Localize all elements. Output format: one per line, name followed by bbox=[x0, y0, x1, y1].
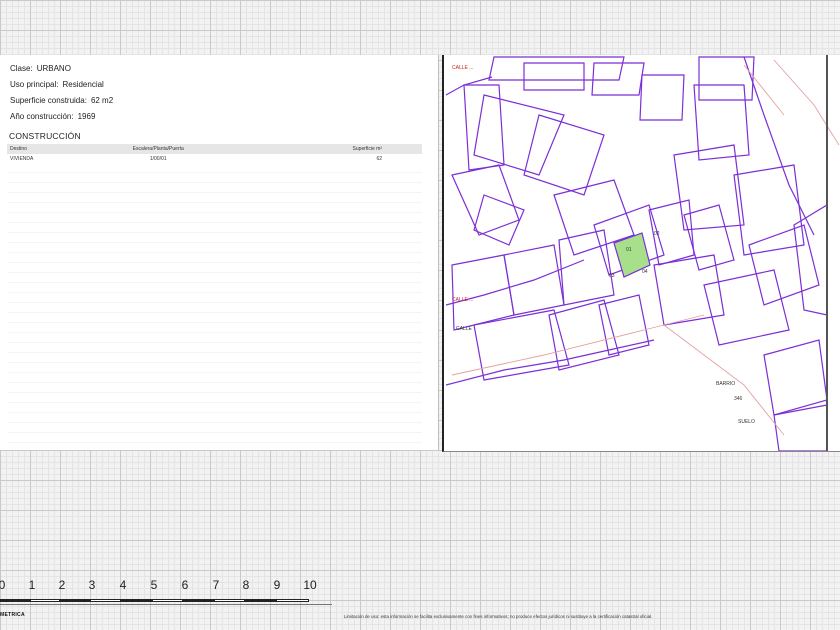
street-edge bbox=[743, 56, 815, 236]
table-header-row: Destino Escalera/Planta/Puerta Superfici… bbox=[7, 144, 422, 154]
map-number-label: 346 bbox=[734, 396, 743, 402]
plot-label: 01 bbox=[626, 247, 632, 253]
attr-value: Residencial bbox=[62, 80, 104, 89]
parcel bbox=[748, 224, 820, 306]
parcel bbox=[793, 203, 828, 316]
attr-clase: Clase: URBANO bbox=[10, 61, 113, 77]
parcel bbox=[523, 114, 605, 196]
scale-label: 5 bbox=[150, 578, 158, 592]
parcel bbox=[548, 299, 620, 371]
road-line bbox=[451, 314, 705, 376]
col-escalera: Escalera/Planta/Puerta bbox=[83, 144, 233, 154]
cell-superficie: 62 bbox=[376, 155, 382, 162]
attr-key: Clase: bbox=[10, 64, 33, 73]
scale-segment bbox=[90, 599, 121, 602]
attr-key: Superficie construida: bbox=[10, 96, 87, 105]
street-label-top: CALLE ... bbox=[452, 65, 473, 71]
attribute-list: Clase: URBANO Uso principal: Residencial S… bbox=[10, 61, 113, 125]
col-destino: Destino bbox=[7, 144, 84, 154]
page: { "attributes": [ {"key": "Clase:", "val… bbox=[0, 0, 840, 630]
street-edge bbox=[445, 339, 655, 386]
construction-table: Destino Escalera/Planta/Puerta Superfici… bbox=[7, 144, 422, 163]
attr-value: 1969 bbox=[77, 112, 96, 121]
scale-baseline bbox=[0, 604, 332, 605]
parcel bbox=[473, 194, 525, 246]
road-line bbox=[743, 64, 785, 116]
road-line bbox=[663, 324, 785, 436]
scale-label: 3 bbox=[88, 578, 96, 592]
scale-segment bbox=[121, 599, 152, 602]
scale-label: 7 bbox=[212, 578, 220, 592]
scale-label: 4 bbox=[119, 578, 127, 592]
col-superficie: Superficie m² bbox=[232, 144, 422, 154]
road-line bbox=[773, 59, 840, 146]
map-drawing: CALLE ... CALLE ... CALLE 01 02 03 04 BA… bbox=[445, 56, 840, 451]
parcel bbox=[473, 94, 565, 176]
section-title-construccion: CONSTRUCCIÓN bbox=[9, 131, 81, 141]
street-label-bottom-left: CALLE bbox=[456, 326, 473, 332]
parcel bbox=[733, 164, 805, 256]
scale-label: 8 bbox=[242, 578, 250, 592]
barrio-label: BARRIO bbox=[716, 381, 735, 387]
scale-label: 6 bbox=[181, 578, 189, 592]
parcel bbox=[773, 404, 828, 451]
scale-segment bbox=[152, 599, 183, 602]
disclaimer-text: Limitación de uso: esta información se f… bbox=[344, 614, 653, 619]
parcel bbox=[451, 164, 520, 236]
info-panel: Clase: URBANO Uso principal: Residencial S… bbox=[0, 55, 439, 450]
street-label-left: CALLE ... bbox=[452, 297, 473, 303]
plot-label: 02 bbox=[654, 231, 660, 237]
scale-segment bbox=[30, 599, 60, 602]
scale-label: 0 bbox=[0, 578, 6, 592]
cell-escalera: 1/00/01 bbox=[149, 155, 167, 162]
scale-segment bbox=[245, 599, 276, 602]
cadastral-map[interactable]: CALLE ... CALLE ... CALLE 01 02 03 04 BA… bbox=[442, 55, 840, 452]
map-number-label: SUELO bbox=[738, 419, 755, 425]
parcel bbox=[558, 229, 615, 306]
scale-segment bbox=[214, 599, 245, 602]
scale-bar: 0 1 2 3 4 5 6 7 8 9 10 bbox=[0, 578, 340, 608]
attr-key: Uso principal: bbox=[10, 80, 59, 89]
parcel bbox=[591, 62, 645, 96]
scale-label: 9 bbox=[273, 578, 281, 592]
scale-label: 1 bbox=[28, 578, 36, 592]
plot-label: 04 bbox=[642, 269, 648, 275]
attr-anio: Año construcción: 1969 bbox=[10, 109, 113, 125]
parcel bbox=[639, 74, 685, 121]
parcel bbox=[488, 56, 625, 81]
attr-superficie: Superficie construida: 62 m2 bbox=[10, 93, 113, 109]
scale-segment bbox=[0, 599, 30, 602]
parcel bbox=[693, 84, 750, 161]
empty-rows bbox=[7, 163, 422, 445]
parcel bbox=[683, 204, 735, 271]
scale-segment bbox=[276, 599, 309, 602]
parcel bbox=[523, 62, 585, 91]
scale-label: 2 bbox=[58, 578, 66, 592]
cell-destino: VIVIENDA bbox=[10, 155, 34, 162]
scale-label: 10 bbox=[303, 578, 317, 592]
scale-segment bbox=[60, 599, 90, 602]
map-frame-line bbox=[826, 55, 828, 451]
attr-value: URBANO bbox=[36, 64, 71, 73]
parcel bbox=[763, 339, 828, 416]
attr-key: Año construcción: bbox=[10, 112, 74, 121]
plot-label: 03 bbox=[609, 273, 615, 279]
attr-value: 62 m2 bbox=[90, 96, 114, 105]
parcel bbox=[598, 294, 650, 356]
parcel bbox=[703, 269, 790, 346]
table-row: VIVIENDA 1/00/01 62 bbox=[7, 154, 422, 163]
scale-segment bbox=[183, 599, 214, 602]
attr-uso: Uso principal: Residencial bbox=[10, 77, 113, 93]
street-edge bbox=[445, 76, 493, 96]
scale-unit: METRICA bbox=[0, 612, 25, 618]
